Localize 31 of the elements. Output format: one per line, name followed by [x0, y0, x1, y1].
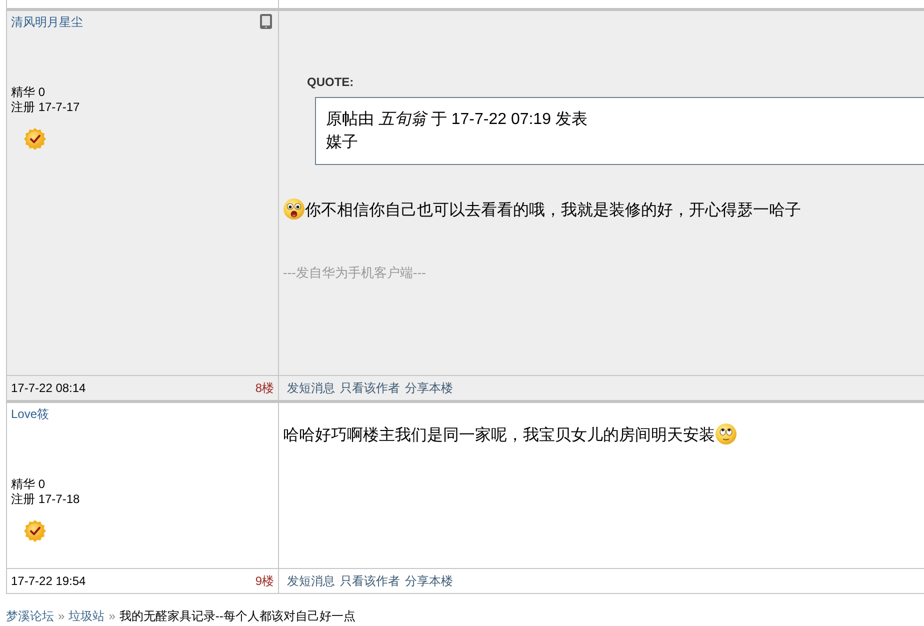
post-text: 你不相信你自己也可以去看看的哦，我就是装修的好，开心得瑟一哈子 [305, 202, 801, 219]
breadcrumb-separator: » [58, 609, 65, 624]
quote-text: 媒子 [326, 133, 358, 153]
action-link[interactable]: 发短消息 [287, 569, 335, 593]
post-text: 哈哈好巧啊楼主我们是同一家呢，我宝贝女儿的房间明天安装 [283, 427, 715, 444]
shocked-face-icon [283, 198, 305, 220]
author-stat: 注册 17-7-17 [11, 100, 80, 115]
breadcrumb-link[interactable]: 梦溪论坛 [6, 609, 54, 624]
quote-header: 原帖由 五旬翁 于 17-7-22 07:19 发表 [326, 110, 588, 130]
action-link[interactable]: 只看该作者 [340, 569, 400, 593]
breadcrumb-separator: » [108, 609, 116, 624]
breadcrumb-link[interactable]: 垃圾站 [68, 609, 105, 624]
check-badge-icon [24, 128, 46, 150]
quote-label: QUOTE: [307, 75, 354, 90]
action-link[interactable]: 只看该作者 [340, 376, 400, 400]
post-time: 17-7-22 19:54 [11, 573, 86, 590]
check-badge-icon [24, 520, 46, 542]
author-stat: 精华 0 [11, 85, 46, 100]
action-link[interactable]: 分享本楼 [405, 569, 453, 593]
post-time: 17-7-22 08:14 [11, 380, 86, 397]
floor-number: 8楼 [255, 380, 274, 397]
thread-title: 我的无醛家具记录--每个人都该对自己好一点 [119, 609, 356, 624]
author-stat: 注册 17-7-18 [11, 492, 80, 507]
author-stat: 精华 0 [11, 477, 46, 492]
action-link[interactable]: 发短消息 [287, 376, 335, 400]
eye-roll-face-icon [715, 423, 737, 446]
floor-number: 9楼 [255, 573, 274, 590]
action-link[interactable]: 分享本楼 [405, 376, 453, 400]
author-name[interactable]: 清风明月星尘 [11, 15, 83, 30]
post-signature: ---发自华为手机客户端--- [283, 265, 426, 281]
author-name[interactable]: Love筱 [11, 407, 50, 422]
